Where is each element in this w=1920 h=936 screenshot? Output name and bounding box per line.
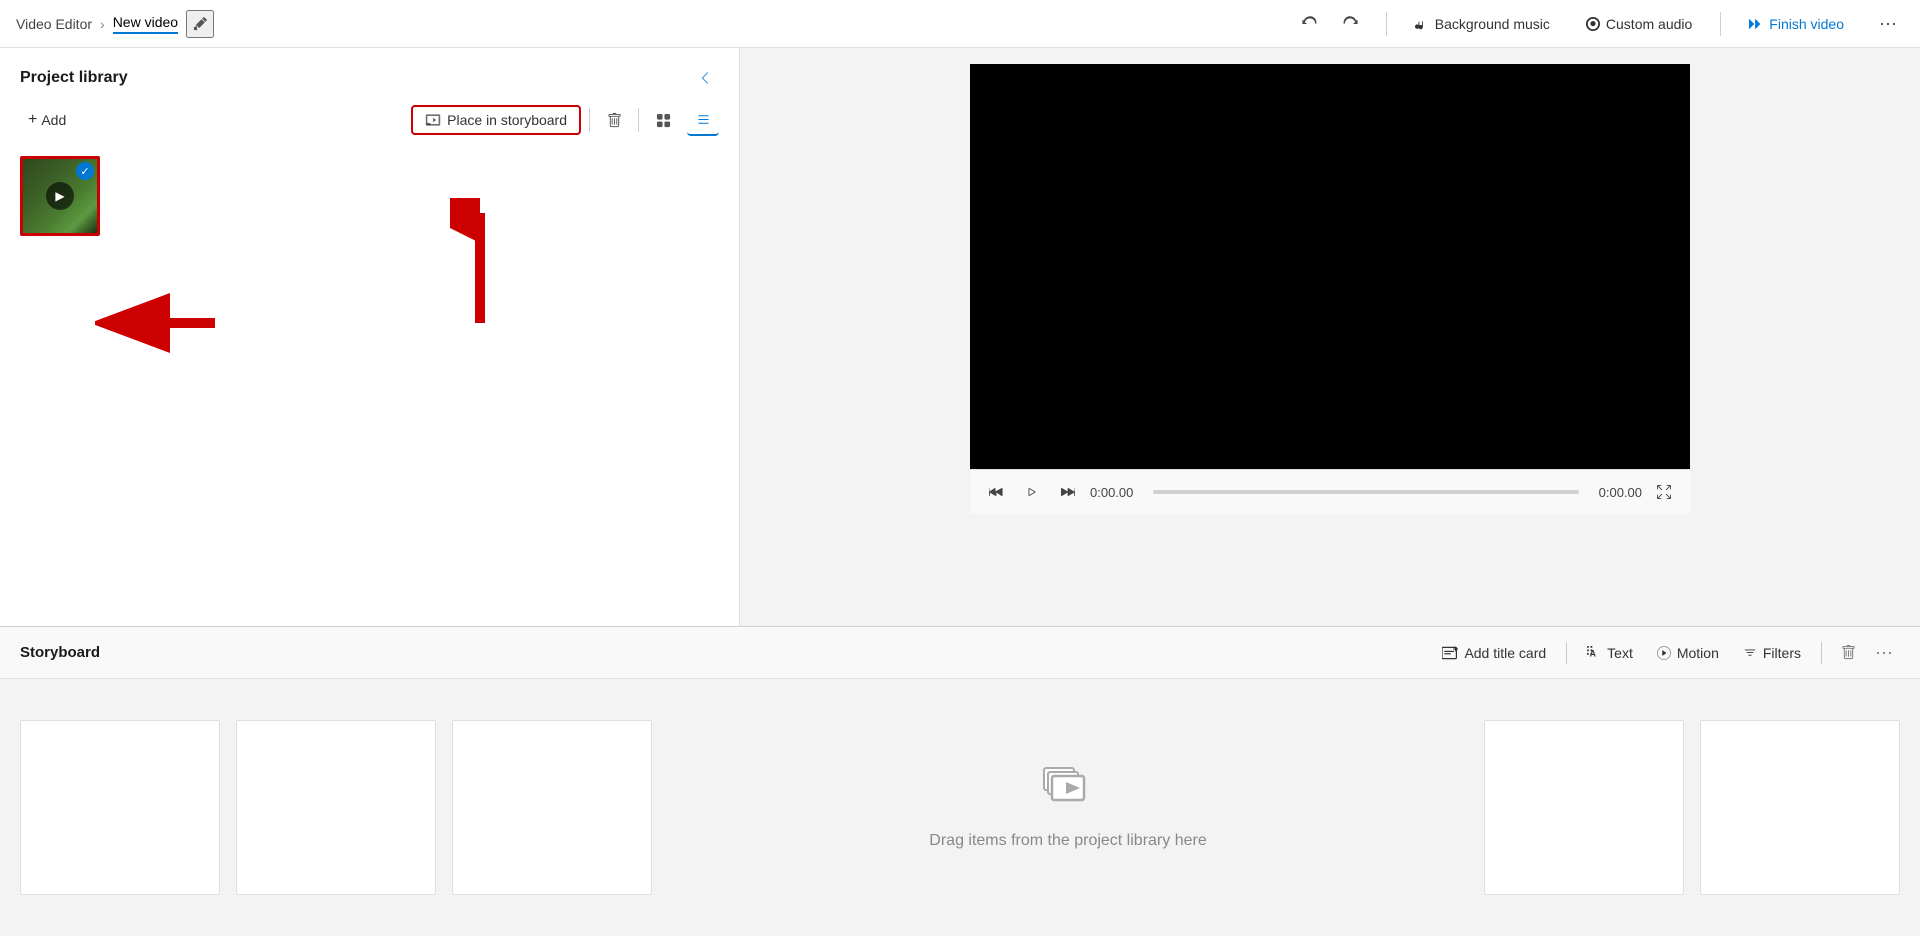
add-title-card-button[interactable]: Add title card xyxy=(1432,640,1556,666)
storyboard-content: Drag items from the project library here xyxy=(0,679,1920,936)
time-total: 0:00.00 xyxy=(1587,485,1642,500)
library-content: ✓ ▶ xyxy=(0,148,739,626)
filters-label: Filters xyxy=(1763,645,1801,661)
storyboard-slot-4[interactable] xyxy=(1484,720,1684,895)
place-storyboard-button[interactable]: Place in storyboard xyxy=(411,105,581,135)
video-preview-area xyxy=(970,64,1690,469)
add-title-card-label: Add title card xyxy=(1464,645,1546,661)
grid-view-button[interactable] xyxy=(647,104,679,136)
svg-text:A: A xyxy=(1590,648,1597,658)
background-music-button[interactable]: Background music xyxy=(1407,12,1558,36)
time-current: 0:00.00 xyxy=(1090,485,1145,500)
arrow-up-annotation xyxy=(450,198,510,333)
add-label: Add xyxy=(41,112,66,128)
background-music-label: Background music xyxy=(1435,16,1550,32)
more-options-button[interactable]: ··· xyxy=(1872,8,1904,40)
sb-divider-1 xyxy=(1566,642,1567,664)
storyboard-more-button[interactable]: ··· xyxy=(1868,637,1900,669)
edit-title-button[interactable] xyxy=(186,10,214,38)
add-title-card-icon xyxy=(1442,646,1458,660)
collapse-button[interactable] xyxy=(691,64,719,92)
breadcrumb-separator: › xyxy=(100,16,105,32)
storyboard-slot-2[interactable] xyxy=(236,720,436,895)
motion-icon xyxy=(1657,646,1671,660)
filters-icon xyxy=(1743,646,1757,660)
selected-checkmark: ✓ xyxy=(76,162,94,180)
list-view-button[interactable] xyxy=(687,104,719,136)
left-panel: Project library + Add Place in storyboar… xyxy=(0,48,740,626)
sb-divider-2 xyxy=(1821,642,1822,664)
text-icon: A xyxy=(1587,646,1601,660)
storyboard-drop-zone[interactable]: Drag items from the project library here xyxy=(668,766,1468,850)
plus-icon: + xyxy=(28,111,37,129)
finish-video-label: Finish video xyxy=(1769,16,1844,32)
play-overlay-icon: ▶ xyxy=(46,182,74,210)
play-button[interactable] xyxy=(1018,478,1046,506)
add-button[interactable]: + Add xyxy=(20,107,74,133)
top-bar-left: Video Editor › New video xyxy=(16,10,1294,38)
video-thumbnail[interactable]: ✓ ▶ xyxy=(20,156,100,246)
storyboard-title: Storyboard xyxy=(20,644,1432,661)
arrow-left-annotation xyxy=(95,288,225,363)
motion-label: Motion xyxy=(1677,645,1719,661)
storyboard-slot-1[interactable] xyxy=(20,720,220,895)
undo-button[interactable] xyxy=(1294,8,1326,40)
place-storyboard-icon xyxy=(425,113,441,127)
filters-button[interactable]: Filters xyxy=(1733,640,1811,666)
right-panel: 0:00.00 0:00.00 xyxy=(740,48,1920,626)
video-thumb-frame: ✓ ▶ xyxy=(20,156,100,236)
timeline-scrubber[interactable] xyxy=(1153,490,1579,494)
storyboard-toolbar: Add title card A Text Motion xyxy=(1432,637,1900,669)
library-header: Project library xyxy=(0,48,739,104)
toolbar-divider xyxy=(589,108,590,132)
skip-back-button[interactable] xyxy=(982,478,1010,506)
drag-drop-text: Drag items from the project library here xyxy=(929,832,1206,850)
place-storyboard-label: Place in storyboard xyxy=(447,112,567,128)
drag-icon xyxy=(1042,766,1094,820)
breadcrumb-current: New video xyxy=(113,14,178,34)
storyboard-delete-button[interactable] xyxy=(1832,637,1864,669)
delete-button[interactable] xyxy=(598,104,630,136)
skip-forward-button[interactable] xyxy=(1054,478,1082,506)
divider-2 xyxy=(1720,12,1721,36)
toolbar-divider-2 xyxy=(638,108,639,132)
undo-redo-group xyxy=(1294,8,1366,40)
text-label: Text xyxy=(1607,645,1633,661)
divider-1 xyxy=(1386,12,1387,36)
breadcrumb-parent[interactable]: Video Editor xyxy=(16,16,92,32)
library-toolbar: + Add Place in storyboard xyxy=(0,104,739,148)
finish-video-button[interactable]: Finish video xyxy=(1741,12,1852,36)
redo-button[interactable] xyxy=(1334,8,1366,40)
motion-button[interactable]: Motion xyxy=(1647,640,1729,666)
top-bar: Video Editor › New video xyxy=(0,0,1920,48)
custom-audio-label: Custom audio xyxy=(1606,16,1692,32)
main-content: Project library + Add Place in storyboar… xyxy=(0,48,1920,626)
top-bar-right: Background music Custom audio Finish vid… xyxy=(1294,8,1904,40)
video-controls: 0:00.00 0:00.00 xyxy=(970,469,1690,514)
expand-button[interactable] xyxy=(1650,478,1678,506)
storyboard-slot-5[interactable] xyxy=(1700,720,1900,895)
text-button[interactable]: A Text xyxy=(1577,640,1643,666)
storyboard-panel: Storyboard Add title card A xyxy=(0,626,1920,936)
storyboard-header: Storyboard Add title card A xyxy=(0,627,1920,679)
custom-audio-button[interactable]: Custom audio xyxy=(1578,12,1700,36)
library-title: Project library xyxy=(20,69,128,87)
storyboard-slot-3[interactable] xyxy=(452,720,652,895)
